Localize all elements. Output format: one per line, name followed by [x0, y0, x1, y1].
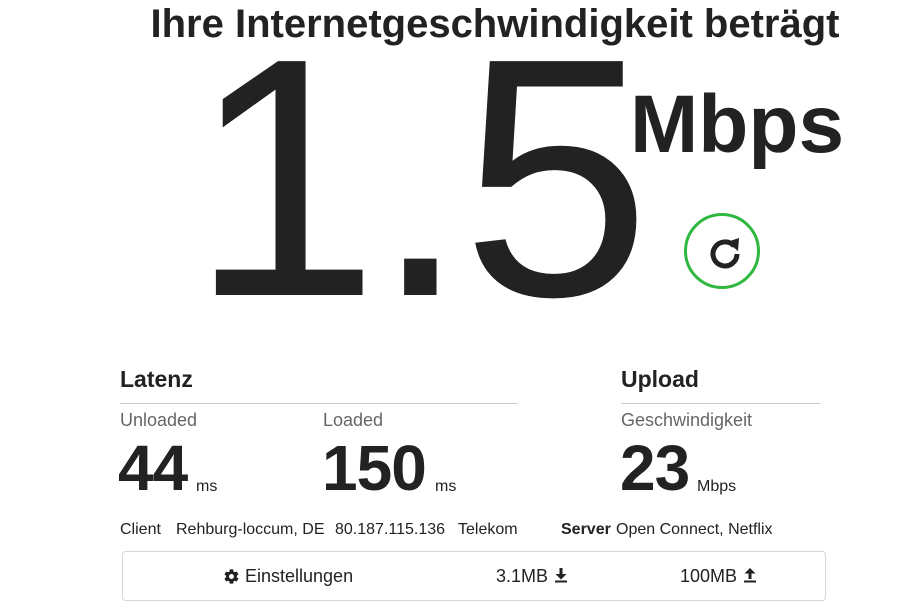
settings-label: Einstellungen	[245, 566, 354, 586]
upload-size: 100MB	[680, 566, 757, 587]
unloaded-unit: ms	[196, 478, 218, 495]
server-label: Server	[561, 521, 611, 538]
upload-size-value: 100MB	[680, 566, 738, 586]
client-ip: 80.187.115.136	[335, 521, 446, 538]
refresh-button[interactable]	[684, 213, 760, 289]
client-label: Client	[120, 521, 161, 538]
upload-title: Upload	[621, 366, 699, 392]
upload-speed-value: 23	[620, 432, 690, 504]
upload-speed-unit: Mbps	[697, 478, 737, 495]
client-isp: Telekom	[458, 521, 518, 538]
download-icon	[555, 567, 568, 582]
download-size-value: 3.1MB	[496, 566, 549, 586]
unloaded-value: 44	[118, 432, 188, 504]
upload-speed-label: Geschwindigkeit	[621, 410, 753, 430]
download-speed-unit: Mbps	[630, 79, 845, 170]
settings-button[interactable]: Einstellungen	[223, 566, 353, 587]
download-size: 3.1MB	[496, 566, 568, 587]
latency-divider	[120, 403, 518, 404]
server-name: Open Connect, Netflix	[616, 521, 773, 538]
unloaded-label: Unloaded	[120, 410, 198, 430]
settings-bar: Einstellungen 3.1MB 100MB	[122, 551, 826, 601]
upload-icon	[744, 567, 757, 582]
upload-divider	[621, 403, 820, 404]
download-speed-value: 1.5	[190, 0, 651, 368]
client-location: Rehburg-loccum, DE	[176, 521, 325, 538]
gear-icon	[224, 569, 239, 584]
latency-title: Latenz	[120, 366, 193, 392]
refresh-icon	[710, 238, 740, 269]
loaded-value: 150	[322, 432, 427, 504]
loaded-unit: ms	[435, 478, 457, 495]
loaded-label: Loaded	[323, 410, 384, 430]
